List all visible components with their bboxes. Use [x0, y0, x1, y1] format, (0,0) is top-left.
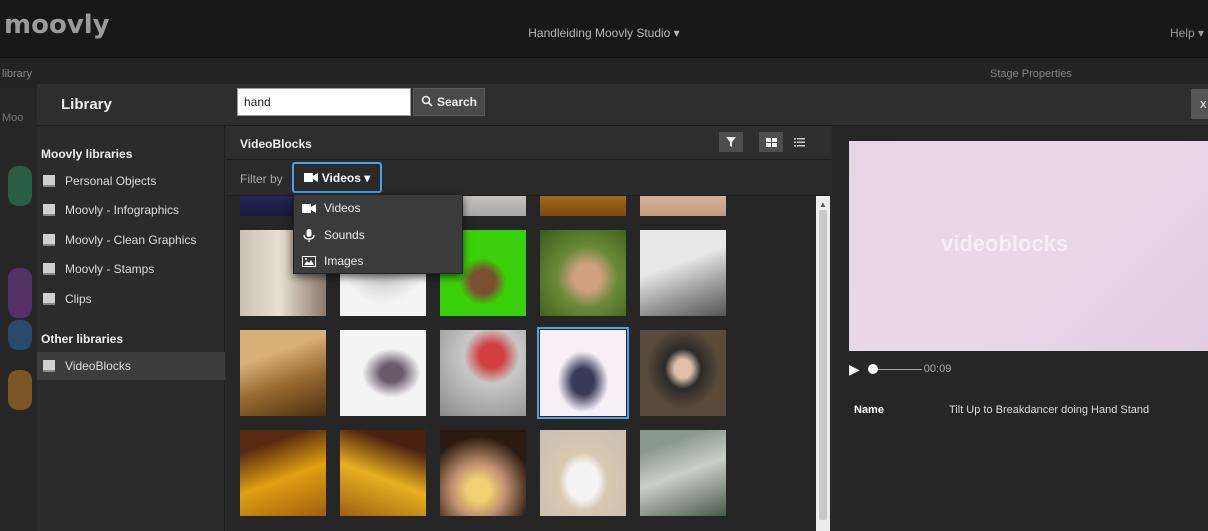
- video-thumbnail[interactable]: [440, 430, 526, 516]
- results-scrollbar[interactable]: ▲: [816, 196, 830, 531]
- videoblocks-watermark: videoblocks: [941, 231, 1069, 256]
- sidebar-item-label: Moovly - Infographics: [65, 203, 180, 217]
- sidebar-item-label: VideoBlocks: [65, 359, 131, 373]
- sidebar-item-clips[interactable]: Clips: [37, 285, 225, 313]
- video-thumbnail[interactable]: [340, 430, 426, 516]
- video-thumbnail[interactable]: [540, 430, 626, 516]
- video-camera-icon: [303, 173, 318, 182]
- library-modal: Library Search x Moovly libraries Person…: [37, 84, 1208, 531]
- video-preview[interactable]: videoblocks: [849, 141, 1208, 351]
- book-icon: [43, 360, 55, 372]
- other-libraries-heading: Other libraries: [41, 332, 124, 346]
- funnel-icon: [726, 137, 736, 147]
- scroll-up-arrow-icon[interactable]: ▲: [819, 200, 827, 209]
- media-type-menu: Videos Sounds Images: [293, 194, 463, 274]
- media-type-dropdown[interactable]: Videos ▾: [292, 162, 382, 193]
- modal-header: Library Search x: [37, 84, 1208, 126]
- video-thumbnail[interactable]: [640, 196, 726, 216]
- video-camera-icon: [302, 203, 316, 213]
- sidebar-item-label: Moovly - Stamps: [65, 262, 155, 276]
- library-sidebar: Moovly libraries Personal Objects Moovly…: [37, 126, 225, 531]
- sidebar-item-infographics[interactable]: Moovly - Infographics: [37, 196, 225, 224]
- image-icon: [302, 255, 316, 267]
- help-menu[interactable]: Help ▾: [1170, 26, 1204, 40]
- seek-bar[interactable]: [877, 368, 922, 370]
- preview-panel: videoblocks ▶ 00:09 Name Tilt Up to Brea…: [832, 126, 1208, 531]
- scrollbar-thumb[interactable]: [819, 210, 827, 520]
- bg-orange-shape: [8, 370, 32, 410]
- results-header: VideoBlocks: [226, 126, 831, 160]
- name-value: Tilt Up to Breakdancer doing Hand Stand: [949, 404, 1150, 416]
- sidebar-item-stamps[interactable]: Moovly - Stamps: [37, 255, 225, 283]
- sidebar-item-label: Clips: [65, 292, 92, 306]
- grid-view-button[interactable]: [759, 132, 783, 152]
- search-input[interactable]: [237, 88, 411, 116]
- modal-title: Library: [61, 96, 112, 113]
- sidebar-item-label: Personal Objects: [65, 174, 157, 188]
- bg-moo-label: Moo: [2, 112, 24, 124]
- moovly-libraries-heading: Moovly libraries: [41, 147, 133, 161]
- menu-item-videos[interactable]: Videos: [294, 195, 464, 221]
- menu-item-sounds[interactable]: Sounds: [294, 222, 464, 248]
- background-sidebar: Moo: [0, 88, 37, 531]
- sidebar-item-videoblocks[interactable]: VideoBlocks: [37, 352, 225, 380]
- video-duration: 00:09: [923, 363, 952, 375]
- video-thumbnail[interactable]: [640, 330, 726, 416]
- book-icon: [43, 263, 55, 275]
- filter-label: Filter by: [240, 172, 283, 186]
- menu-item-label: Videos: [324, 201, 361, 215]
- video-thumbnail[interactable]: [640, 430, 726, 516]
- video-thumbnail[interactable]: [640, 230, 726, 316]
- results-title: VideoBlocks: [240, 137, 312, 151]
- video-thumbnail[interactable]: [240, 330, 326, 416]
- search-button[interactable]: Search: [413, 88, 485, 116]
- name-label: Name: [854, 404, 884, 416]
- menu-item-label: Images: [324, 254, 364, 268]
- video-thumbnail[interactable]: [240, 430, 326, 516]
- results-panel: VideoBlocks Filter by Videos ▾ ▲ Videos …: [226, 126, 831, 531]
- sidebar-item-personal-objects[interactable]: Personal Objects: [37, 167, 225, 195]
- video-thumbnail[interactable]: [340, 330, 426, 416]
- search-icon: [421, 95, 433, 110]
- menu-item-label: Sounds: [324, 228, 365, 242]
- video-thumbnail-selected[interactable]: [537, 327, 629, 419]
- list-view-button[interactable]: [789, 132, 809, 152]
- project-title-menu[interactable]: Handleiding Moovly Studio ▾: [0, 26, 1208, 40]
- seek-handle[interactable]: [867, 364, 878, 374]
- video-thumbnail[interactable]: [540, 230, 626, 316]
- media-type-selected: Videos ▾: [321, 170, 371, 185]
- bg-green-shape: [8, 166, 32, 206]
- list-icon: [793, 137, 805, 146]
- bg-blue-shape: [8, 320, 32, 350]
- sidebar-item-label: Moovly - Clean Graphics: [65, 233, 197, 247]
- microphone-icon: [303, 228, 315, 242]
- play-icon[interactable]: ▶: [849, 361, 860, 378]
- menu-item-images[interactable]: Images: [294, 248, 464, 274]
- bg-library-label: library: [2, 68, 32, 80]
- close-button[interactable]: x: [1191, 89, 1208, 119]
- grid-icon: [765, 137, 777, 147]
- bg-purple-shape: [8, 268, 32, 318]
- video-thumbnail[interactable]: [540, 196, 626, 216]
- video-thumbnail[interactable]: [440, 330, 526, 416]
- video-controls: ▶ 00:09: [849, 358, 1208, 380]
- book-icon: [43, 234, 55, 246]
- book-icon: [43, 293, 55, 305]
- sidebar-item-clean-graphics[interactable]: Moovly - Clean Graphics: [37, 226, 225, 254]
- bg-stage-properties: Stage Properties: [990, 68, 1072, 80]
- app-header: moovly Handleiding Moovly Studio ▾ Help …: [0, 0, 1208, 58]
- search-button-label: Search: [436, 95, 478, 109]
- filter-row: Filter by Videos ▾: [226, 160, 831, 196]
- filter-funnel-button[interactable]: [719, 132, 743, 152]
- book-icon: [43, 204, 55, 216]
- book-icon: [43, 175, 55, 187]
